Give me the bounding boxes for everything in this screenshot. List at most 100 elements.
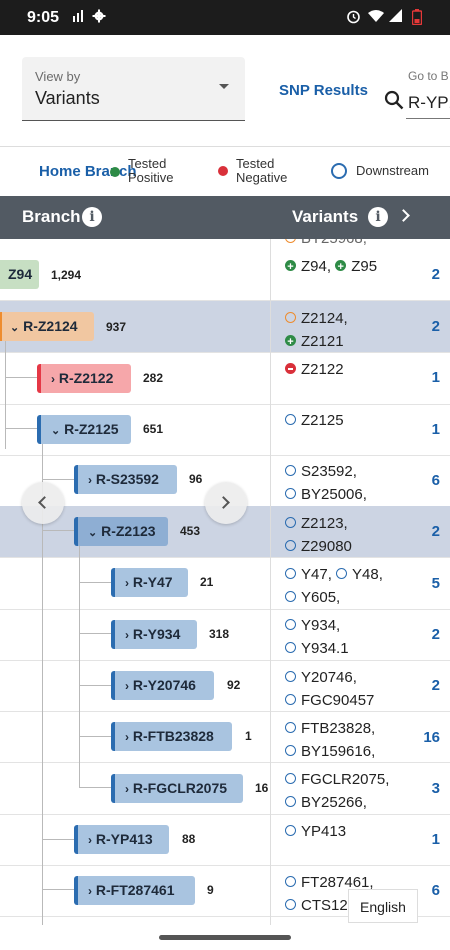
- signal-icon: [389, 9, 403, 26]
- legend-downstream: Downstream: [356, 163, 429, 178]
- branch-node-r-ft287461[interactable]: › R-FT287461: [74, 876, 195, 905]
- branch-count: 88: [182, 832, 196, 846]
- downstream-icon: [285, 568, 296, 579]
- branch-count: 92: [227, 678, 241, 692]
- dropdown-arrow-icon: [219, 84, 229, 89]
- variant-list: Y47, Y48, Y605,: [285, 563, 383, 609]
- variant-count[interactable]: 2: [432, 523, 440, 540]
- branch-node-r-y20746[interactable]: › R-Y20746: [111, 671, 214, 700]
- branch-count: 1: [245, 729, 252, 743]
- go-to-input[interactable]: R-YP1: [408, 93, 450, 113]
- downstream-icon: [331, 163, 347, 179]
- status-bar: 9:05: [0, 0, 450, 35]
- language-selector[interactable]: English: [348, 889, 418, 923]
- variant-count[interactable]: 2: [432, 318, 440, 335]
- variant-list: FGCLR2075, BY25266,: [285, 768, 389, 814]
- variant-list: YP413: [285, 820, 346, 843]
- variant-list: Y20746, FGC90457: [285, 666, 374, 712]
- downstream-icon: [285, 540, 296, 551]
- variant-count[interactable]: 2: [432, 266, 440, 283]
- home-branch-icon: [285, 312, 296, 323]
- variant-list: Z2124,Z2121: [285, 307, 348, 354]
- variant-count[interactable]: 16: [423, 729, 440, 746]
- variant-count[interactable]: 3: [432, 780, 440, 797]
- branch-node-r-s23592[interactable]: › R-S23592: [74, 465, 177, 494]
- home-gesture-bar[interactable]: [159, 935, 291, 940]
- variant-count[interactable]: 6: [432, 882, 440, 899]
- branch-node-r-y934[interactable]: › R-Y934: [111, 620, 197, 649]
- variant-list: Z2125: [285, 409, 344, 432]
- status-time: 9:05: [27, 9, 60, 26]
- downstream-icon: [285, 694, 296, 705]
- downstream-icon: [285, 488, 296, 499]
- tested-negative-icon: [218, 166, 228, 176]
- branch-count: 282: [143, 371, 164, 385]
- branch-count: 651: [143, 422, 164, 436]
- branch-tree: Z94 1,294 ⌄ R-Z2124 937 › R-Z2122 282 ⌄ …: [0, 239, 450, 925]
- branch-count: 96: [189, 472, 203, 486]
- branch-info-icon[interactable]: i: [82, 207, 102, 227]
- downstream-icon: [285, 414, 296, 425]
- tested-negative-icon: [285, 363, 296, 374]
- view-by-value: Variants: [35, 88, 100, 108]
- variant-count[interactable]: 1: [432, 369, 440, 386]
- branch-count: 318: [209, 627, 230, 641]
- go-to-branch-field[interactable]: Go to B R-YP1: [384, 60, 450, 122]
- tested-positive-icon: [285, 256, 296, 279]
- battery-icon: [411, 9, 423, 28]
- downstream-icon: [285, 517, 296, 528]
- view-by-label: View by: [35, 69, 81, 84]
- table-row[interactable]: [0, 660, 450, 712]
- downstream-icon: [285, 825, 296, 836]
- legend-tested-positive: Tested Positive: [128, 156, 174, 185]
- downstream-icon: [285, 899, 296, 910]
- branch-node-r-z2122[interactable]: › R-Z2122: [37, 364, 131, 393]
- system-nav-bar: [0, 925, 450, 950]
- tested-positive-icon: [285, 331, 296, 354]
- alarm-icon: [346, 9, 361, 27]
- branch-node-r-fgclr2075[interactable]: › R-FGCLR2075: [111, 774, 243, 803]
- branch-node-r-z2125[interactable]: ⌄ R-Z2125: [37, 415, 131, 444]
- home-branch-link[interactable]: Home Branch: [39, 163, 137, 180]
- downstream-icon: [285, 722, 296, 733]
- branch-node-r-y47[interactable]: › R-Y47: [111, 568, 188, 597]
- branch-count: 9: [207, 883, 214, 897]
- downstream-icon: [285, 796, 296, 807]
- gear-icon: [92, 9, 106, 26]
- downstream-icon: [285, 619, 296, 630]
- go-to-label: Go to B: [408, 69, 449, 83]
- downstream-icon: [336, 568, 348, 579]
- scroll-left-button[interactable]: [22, 482, 64, 524]
- downstream-icon: [285, 745, 296, 756]
- variant-count[interactable]: 1: [432, 421, 440, 438]
- variant-count[interactable]: 6: [432, 472, 440, 489]
- chevron-right-icon: [217, 496, 230, 509]
- variant-count[interactable]: 2: [432, 626, 440, 643]
- downstream-icon: [285, 591, 296, 602]
- home-branch-icon: [285, 239, 296, 243]
- branch-node-r-yp413[interactable]: › R-YP413: [74, 825, 169, 854]
- variant-count[interactable]: 2: [432, 677, 440, 694]
- branch-node-r-z2123[interactable]: ⌄ R-Z2123: [74, 517, 168, 546]
- downstream-icon: [285, 671, 296, 682]
- downstream-icon: [285, 642, 296, 653]
- variant-list: Z2122: [285, 358, 344, 381]
- variants-info-icon[interactable]: i: [368, 207, 388, 227]
- variant-count[interactable]: 1: [432, 831, 440, 848]
- legend-tested-negative: Tested Negative: [236, 156, 288, 185]
- variant-list: S23592, BY25006,: [285, 460, 367, 506]
- chevron-right-icon[interactable]: [397, 209, 410, 222]
- table-row[interactable]: [0, 814, 450, 866]
- view-by-select[interactable]: View by Variants: [22, 57, 245, 121]
- snp-results-link[interactable]: SNP Results: [279, 82, 368, 99]
- wifi-icon: [368, 9, 384, 26]
- variant-count[interactable]: 5: [432, 575, 440, 592]
- variants-column-title: Variants: [292, 207, 359, 226]
- branch-node-r-ftb23828[interactable]: › R-FTB23828: [111, 722, 232, 751]
- branch-count: 16: [255, 781, 269, 795]
- scroll-right-button[interactable]: [205, 482, 247, 524]
- chart-icon: [72, 9, 86, 26]
- branch-node-z94[interactable]: Z94: [0, 260, 39, 289]
- branch-node-r-z2124[interactable]: ⌄ R-Z2124: [0, 312, 94, 341]
- chevron-left-icon: [38, 496, 51, 509]
